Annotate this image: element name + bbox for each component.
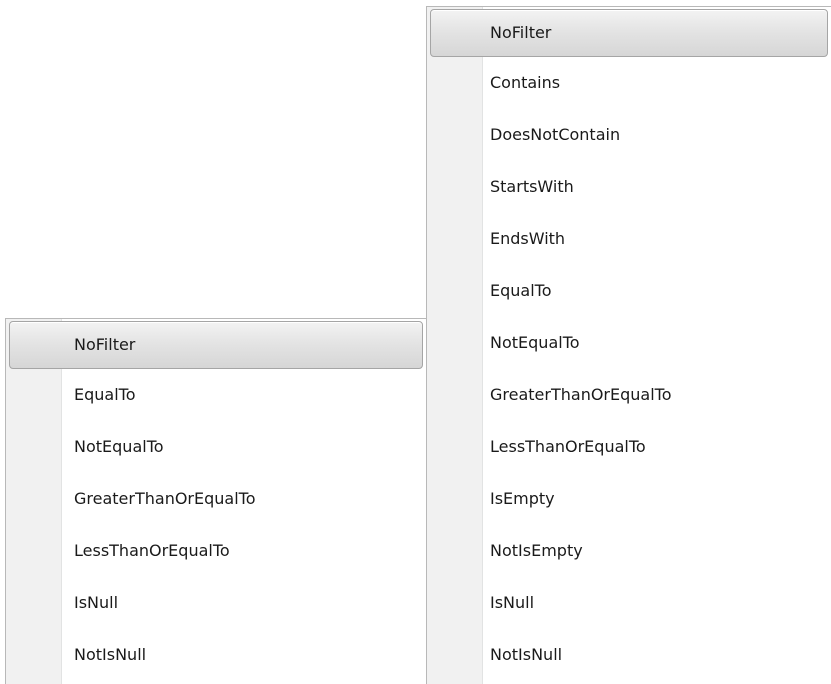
- menu-item-notisempty[interactable]: NotIsEmpty: [427, 525, 831, 577]
- menu-item-notisnull[interactable]: NotIsNull: [427, 629, 831, 681]
- menu-item-endswith[interactable]: EndsWith: [427, 213, 831, 265]
- menu-item-isnull[interactable]: IsNull: [6, 577, 426, 629]
- menu-item-lessthanorequalto[interactable]: LessThanOrEqualTo: [427, 421, 831, 473]
- filter-menu-numeric: NoFilter EqualTo NotEqualTo GreaterThanO…: [5, 318, 426, 684]
- menu-item-greaterthanorequalto[interactable]: GreaterThanOrEqualTo: [427, 369, 831, 421]
- menu-item-startswith[interactable]: StartsWith: [427, 161, 831, 213]
- menu-item-notequalto[interactable]: NotEqualTo: [6, 421, 426, 473]
- menu-item-doesnotcontain[interactable]: DoesNotContain: [427, 109, 831, 161]
- menu-item-nofilter[interactable]: NoFilter: [9, 321, 423, 369]
- filter-menu-string: NoFilter Contains DoesNotContain StartsW…: [426, 6, 831, 684]
- menu-item-equalto[interactable]: EqualTo: [6, 369, 426, 421]
- menu-item-contains[interactable]: Contains: [427, 57, 831, 109]
- menu-item-lessthanorequalto[interactable]: LessThanOrEqualTo: [6, 525, 426, 577]
- menu-item-equalto[interactable]: EqualTo: [427, 265, 831, 317]
- menu-item-notequalto[interactable]: NotEqualTo: [427, 317, 831, 369]
- menu-item-isempty[interactable]: IsEmpty: [427, 473, 831, 525]
- menu-item-greaterthanorequalto[interactable]: GreaterThanOrEqualTo: [6, 473, 426, 525]
- menu-item-notisnull[interactable]: NotIsNull: [6, 629, 426, 681]
- menu-item-nofilter[interactable]: NoFilter: [430, 9, 828, 57]
- menu-item-isnull[interactable]: IsNull: [427, 577, 831, 629]
